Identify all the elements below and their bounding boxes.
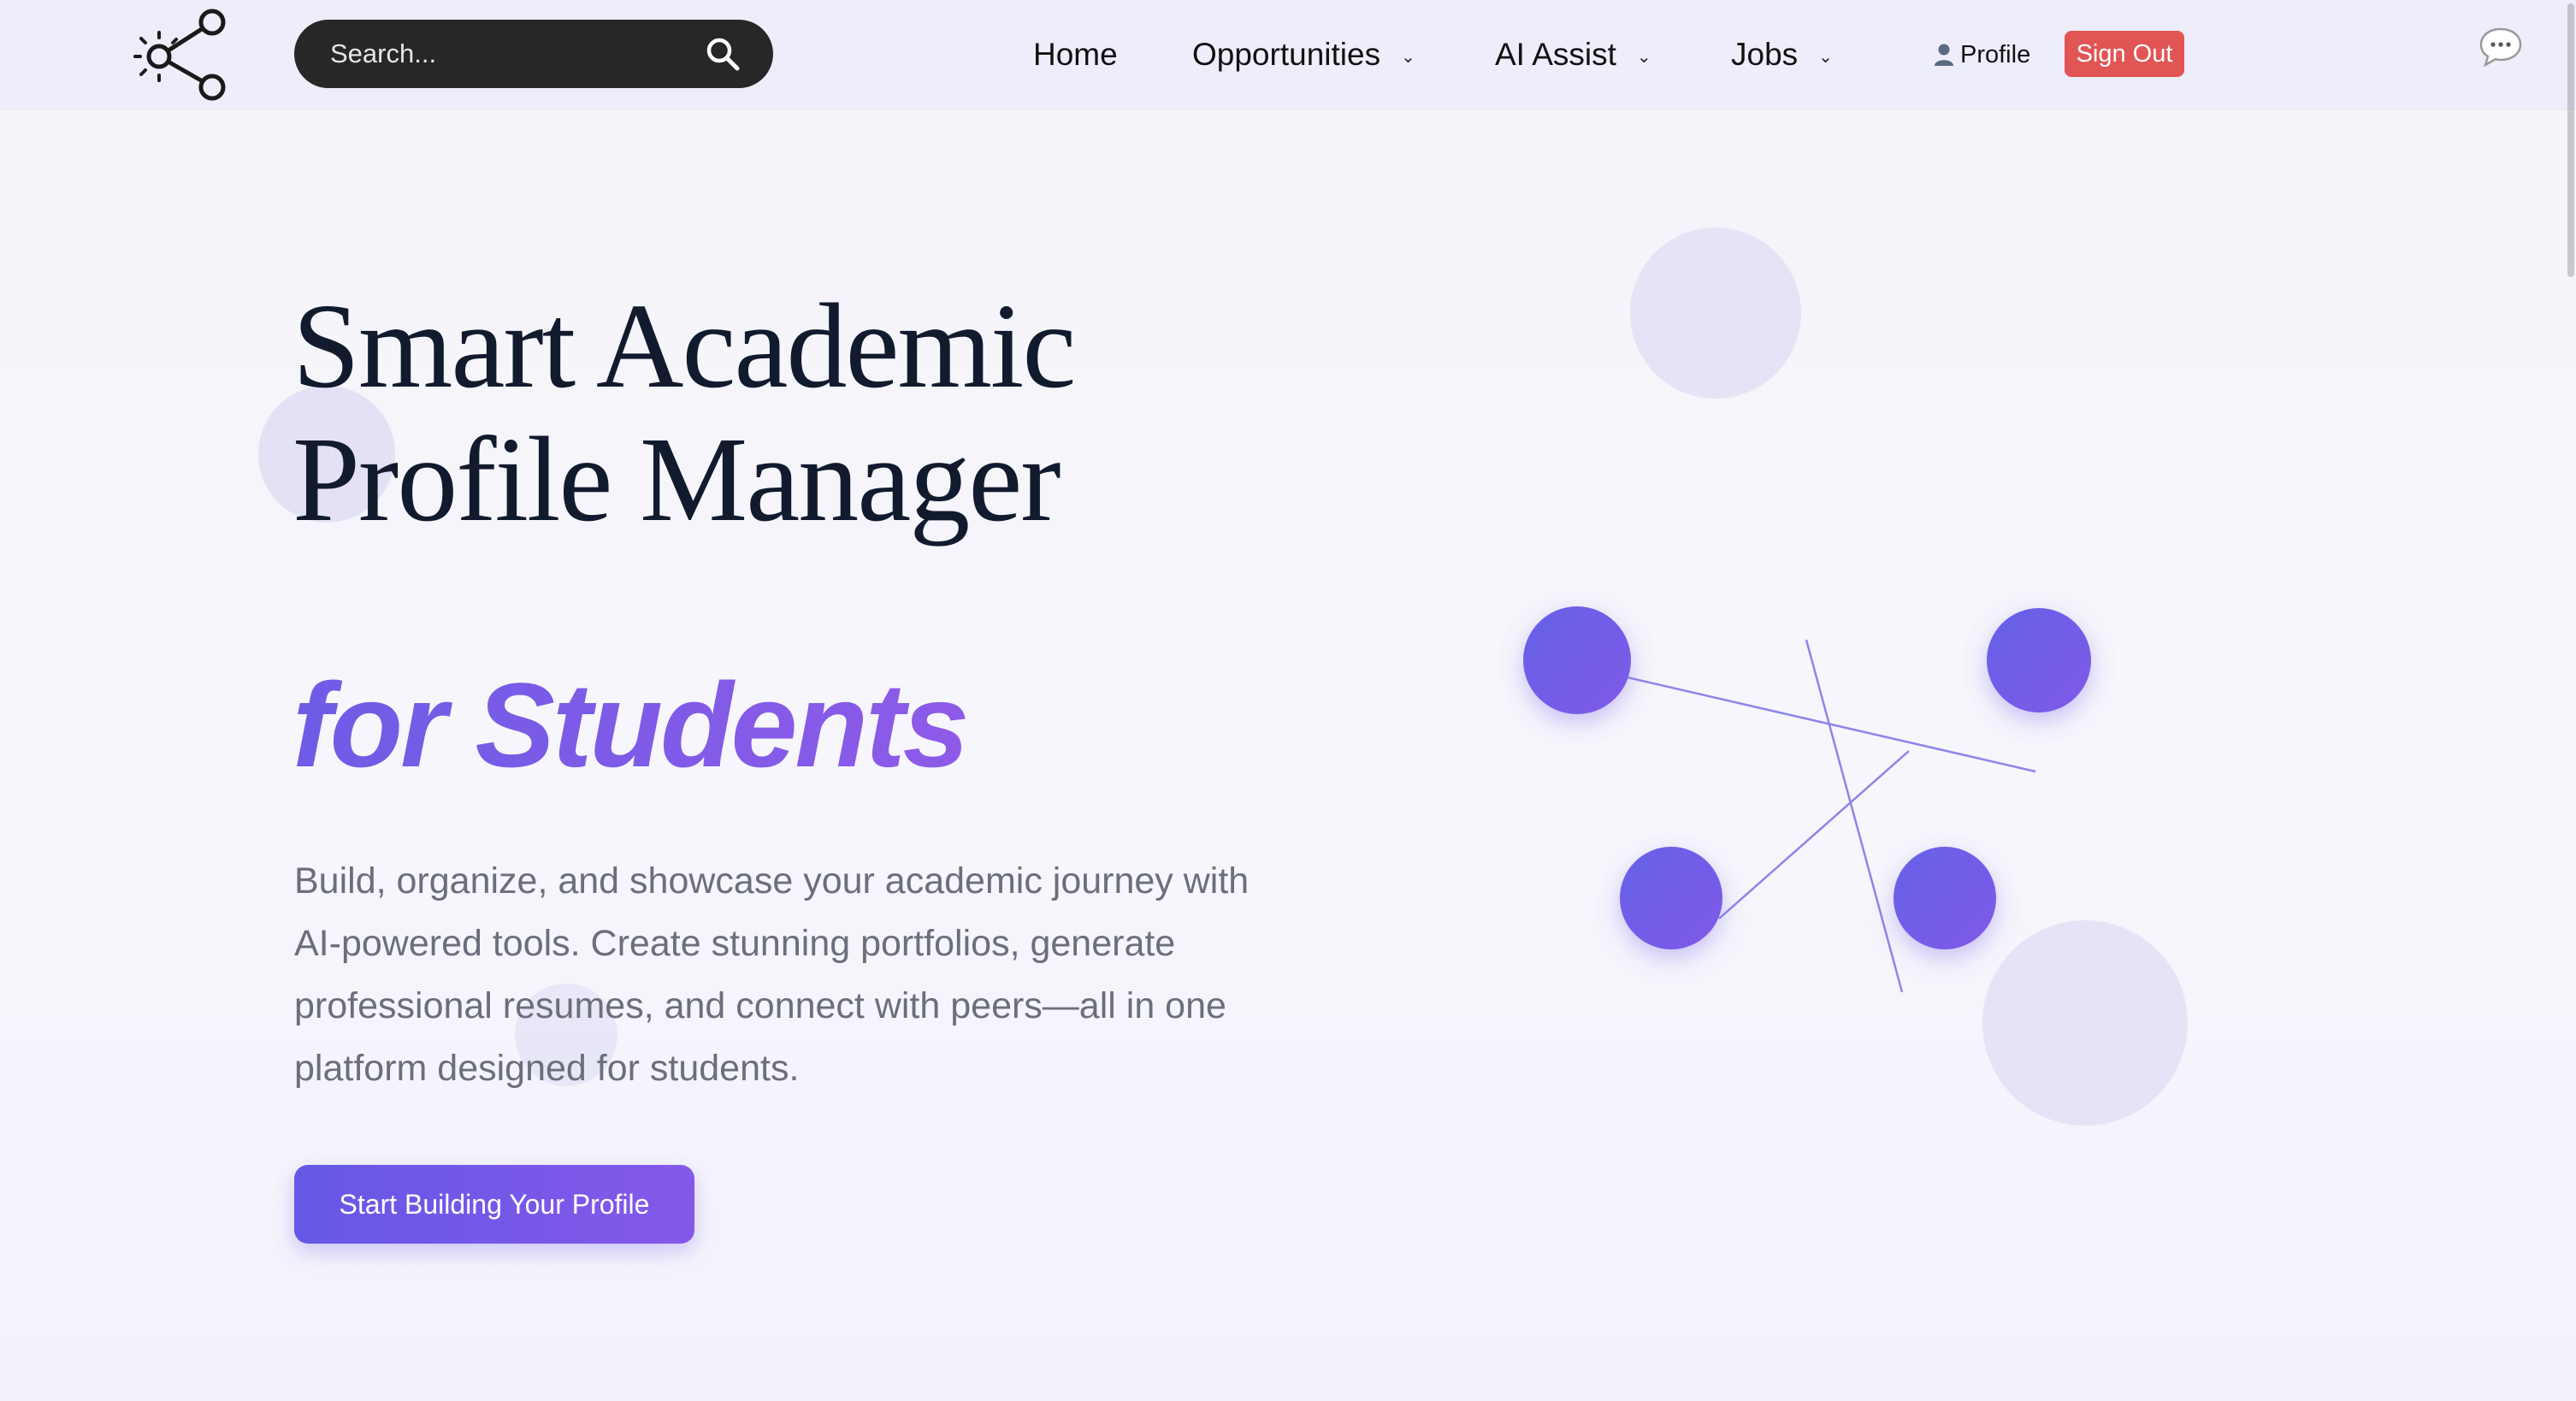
- decorative-circle: [1630, 228, 1801, 399]
- person-icon: [1935, 44, 1953, 66]
- share-network-logo[interactable]: [127, 5, 229, 103]
- profile-link[interactable]: Profile: [1933, 34, 2030, 75]
- nav-jobs-label: Jobs: [1731, 37, 1799, 72]
- hero-title: Smart Academic Profile Manager: [292, 278, 1076, 547]
- page-scrollbar[interactable]: [2566, 0, 2576, 1401]
- chevron-down-icon: ⌄: [1401, 47, 1415, 67]
- hero-title-line-1: Smart Academic: [292, 278, 1076, 413]
- nav-opportunities-dropdown[interactable]: Opportunities ⌄: [1192, 29, 1415, 80]
- sign-out-button[interactable]: Sign Out: [2065, 31, 2184, 77]
- network-node: [1523, 606, 1631, 714]
- search-bar: [294, 20, 773, 88]
- hero-description: Build, organize, and showcase your acade…: [294, 860, 1250, 1089]
- network-connector: [1805, 639, 1904, 993]
- top-navbar: Home Opportunities ⌄ AI Assist ⌄ Jobs ⌄ …: [0, 0, 2576, 109]
- nav-ai-assist-label: AI Assist: [1495, 37, 1616, 72]
- search-input[interactable]: [328, 20, 688, 88]
- network-illustration: [1523, 606, 2091, 993]
- network-node: [1894, 847, 1996, 949]
- chat-bubble-icon[interactable]: [2479, 26, 2523, 68]
- nav-home-link[interactable]: Home: [1033, 29, 1118, 80]
- nav-ai-assist-dropdown[interactable]: AI Assist ⌄: [1495, 29, 1651, 80]
- hero-title-accent: for Students: [292, 658, 969, 792]
- hero-title-line-2: Profile Manager: [292, 411, 1061, 547]
- chevron-down-icon: ⌄: [1818, 47, 1833, 67]
- start-building-profile-button[interactable]: Start Building Your Profile: [294, 1165, 694, 1244]
- search-icon[interactable]: [705, 36, 741, 72]
- chevron-down-icon: ⌄: [1636, 47, 1651, 67]
- scroll-thumb[interactable]: [2567, 3, 2574, 277]
- nav-opportunities-label: Opportunities: [1192, 37, 1381, 72]
- network-connector: [1718, 750, 1910, 919]
- profile-label: Profile: [1960, 40, 2031, 68]
- network-node: [1620, 847, 1722, 949]
- nav-home-label: Home: [1033, 37, 1118, 72]
- nav-jobs-dropdown[interactable]: Jobs ⌄: [1731, 29, 1833, 80]
- network-node: [1987, 608, 2091, 712]
- network-connector: [1575, 664, 2036, 773]
